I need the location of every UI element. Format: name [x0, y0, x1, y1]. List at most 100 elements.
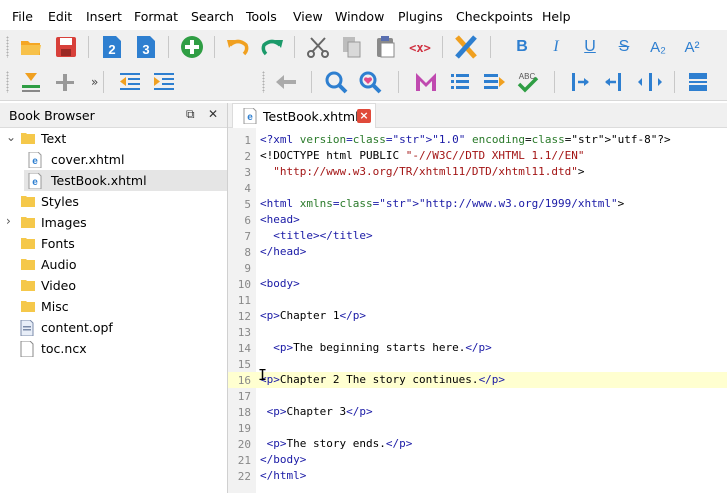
remove-tags-icon[interactable]: <x> [406, 33, 434, 61]
tree-item-cover[interactable]: e cover.xhtml [0, 149, 227, 170]
menu-file[interactable]: File [12, 9, 33, 24]
menu-help[interactable]: Help [542, 9, 571, 24]
svg-text:e: e [32, 156, 38, 167]
find-icon[interactable] [322, 68, 350, 96]
close-tab-icon[interactable]: × [357, 109, 371, 123]
code-line[interactable]: 18 <p>Chapter 3</p> [228, 404, 727, 420]
underline-icon[interactable]: U [576, 33, 604, 61]
superscript-icon[interactable]: A² [678, 33, 706, 61]
undo-icon[interactable] [224, 33, 252, 61]
code-line[interactable]: 22 </html> [228, 468, 727, 484]
metadata-icon[interactable] [412, 68, 440, 96]
code-line[interactable]: 19 [228, 420, 727, 436]
tree-item-text[interactable]: ⌄ Text [0, 128, 227, 149]
open-folder-icon[interactable] [17, 33, 45, 61]
tree-item-fonts[interactable]: Fonts [0, 233, 227, 254]
code-line[interactable]: 15 [228, 356, 727, 372]
cut-icon[interactable] [304, 33, 332, 61]
code-line[interactable]: 14 <p>The beginning starts here.</p> [228, 340, 727, 356]
code-line[interactable]: 2 <!DOCTYPE html PUBLIC "-//W3C//DTD XHTM… [228, 148, 727, 164]
back-icon[interactable] [272, 68, 300, 96]
expand-arrow-icon[interactable]: ⌄ [6, 130, 16, 144]
copy-icon[interactable] [338, 33, 366, 61]
code-line[interactable]: 16 <p>Chapter 2 The story continues.</p> [228, 372, 727, 388]
tree-item-video[interactable]: Video [0, 275, 227, 296]
clip-icon[interactable] [684, 68, 712, 96]
menu-view[interactable]: View [293, 9, 323, 24]
tab-testbook[interactable]: e TestBook.xhtml × [232, 103, 376, 128]
tree-item-styles[interactable]: Styles [0, 191, 227, 212]
link-icon[interactable] [636, 68, 664, 96]
paste-icon[interactable] [372, 33, 400, 61]
tree-item-images[interactable]: › Images [0, 212, 227, 233]
split-marker-icon[interactable] [566, 68, 594, 96]
tree-label: Video [41, 278, 77, 293]
heading3-icon[interactable]: 3 [132, 33, 160, 61]
code-line[interactable]: 12 <p>Chapter 1</p> [228, 308, 727, 324]
code-line[interactable]: 1 <?xml version=class="str">"1.0" encodin… [228, 132, 727, 148]
redo-icon[interactable] [258, 33, 286, 61]
code-text: </html> [260, 469, 307, 482]
code-line[interactable]: 7 <title></title> [228, 228, 727, 244]
toc-icon[interactable] [446, 68, 474, 96]
code-line[interactable]: 6 <head> [228, 212, 727, 228]
tree-item-misc[interactable]: Misc [0, 296, 227, 317]
increase-indent-icon[interactable] [150, 68, 178, 96]
validate-icon[interactable] [452, 33, 480, 61]
add-icon[interactable] [178, 33, 206, 61]
menu-edit[interactable]: Edit [48, 9, 72, 24]
line-number: 5 [244, 198, 251, 211]
code-line[interactable]: 8 </head> [228, 244, 727, 260]
code-line[interactable]: 3 "http://www.w3.org/TR/xhtml11/DTD/xhtm… [228, 164, 727, 180]
ncx-file-icon [20, 340, 34, 360]
line-number: 11 [237, 294, 251, 307]
code-line[interactable]: 21 </body> [228, 452, 727, 468]
menu-plugins[interactable]: Plugins [398, 9, 443, 24]
code-line[interactable]: 5 <html xmlns=class="str">"http://www.w3.… [228, 196, 727, 212]
collapse-arrow-icon[interactable]: › [6, 214, 11, 228]
menu-format[interactable]: Format [134, 9, 178, 24]
insert-id-icon[interactable] [602, 68, 630, 96]
tree-item-audio[interactable]: Audio [0, 254, 227, 275]
code-line[interactable]: 10 <body> [228, 276, 727, 292]
heading2-icon[interactable]: 2 [98, 33, 126, 61]
toolbar-grip[interactable] [262, 71, 265, 93]
menu-window[interactable]: Window [335, 9, 384, 24]
toolbar-grip[interactable] [6, 36, 9, 58]
find-bookmark-icon[interactable] [356, 68, 384, 96]
close-panel-button[interactable]: ✕ [208, 107, 218, 121]
code-line[interactable]: 13 [228, 324, 727, 340]
float-panel-button[interactable]: ⧉ [186, 107, 195, 122]
tree-item-toc-ncx[interactable]: toc.ncx [0, 338, 227, 359]
menu-tools[interactable]: Tools [246, 9, 277, 24]
code-line[interactable]: 9 [228, 260, 727, 276]
tree-item-testbook[interactable]: e TestBook.xhtml [24, 170, 227, 191]
toolbar-separator [674, 71, 675, 93]
toolbar-separator [88, 36, 89, 58]
italic-icon[interactable]: I [542, 33, 570, 61]
insert-special-icon[interactable] [51, 68, 79, 96]
strikethrough-icon[interactable]: S [610, 33, 638, 61]
code-line[interactable]: 11 [228, 292, 727, 308]
menu-checkpoints[interactable]: Checkpoints [456, 9, 533, 24]
subscript-icon[interactable]: A₂ [644, 33, 672, 61]
code-line[interactable]: 20 <p>The story ends.</p> [228, 436, 727, 452]
more-tools-chevron[interactable]: » [91, 75, 98, 89]
tree-item-content-opf[interactable]: content.opf [0, 317, 227, 338]
code-line[interactable]: 4 [228, 180, 727, 196]
menu-insert[interactable]: Insert [86, 9, 122, 24]
save-icon[interactable] [52, 33, 80, 61]
folder-icon [21, 257, 35, 274]
toolbar-grip[interactable] [6, 71, 9, 93]
line-number: 12 [237, 310, 251, 323]
decrease-indent-icon[interactable] [116, 68, 144, 96]
insert-file-icon[interactable] [17, 68, 45, 96]
spellcheck-icon[interactable]: ABC [514, 68, 542, 96]
menu-search[interactable]: Search [191, 9, 234, 24]
line-number: 2 [244, 150, 251, 163]
code-line[interactable]: 17 [228, 388, 727, 404]
code-editor[interactable]: 1 <?xml version=class="str">"1.0" encodin… [228, 128, 727, 493]
bold-icon[interactable]: B [508, 33, 536, 61]
toolbar-separator [398, 71, 399, 93]
generate-toc-icon[interactable] [480, 68, 508, 96]
